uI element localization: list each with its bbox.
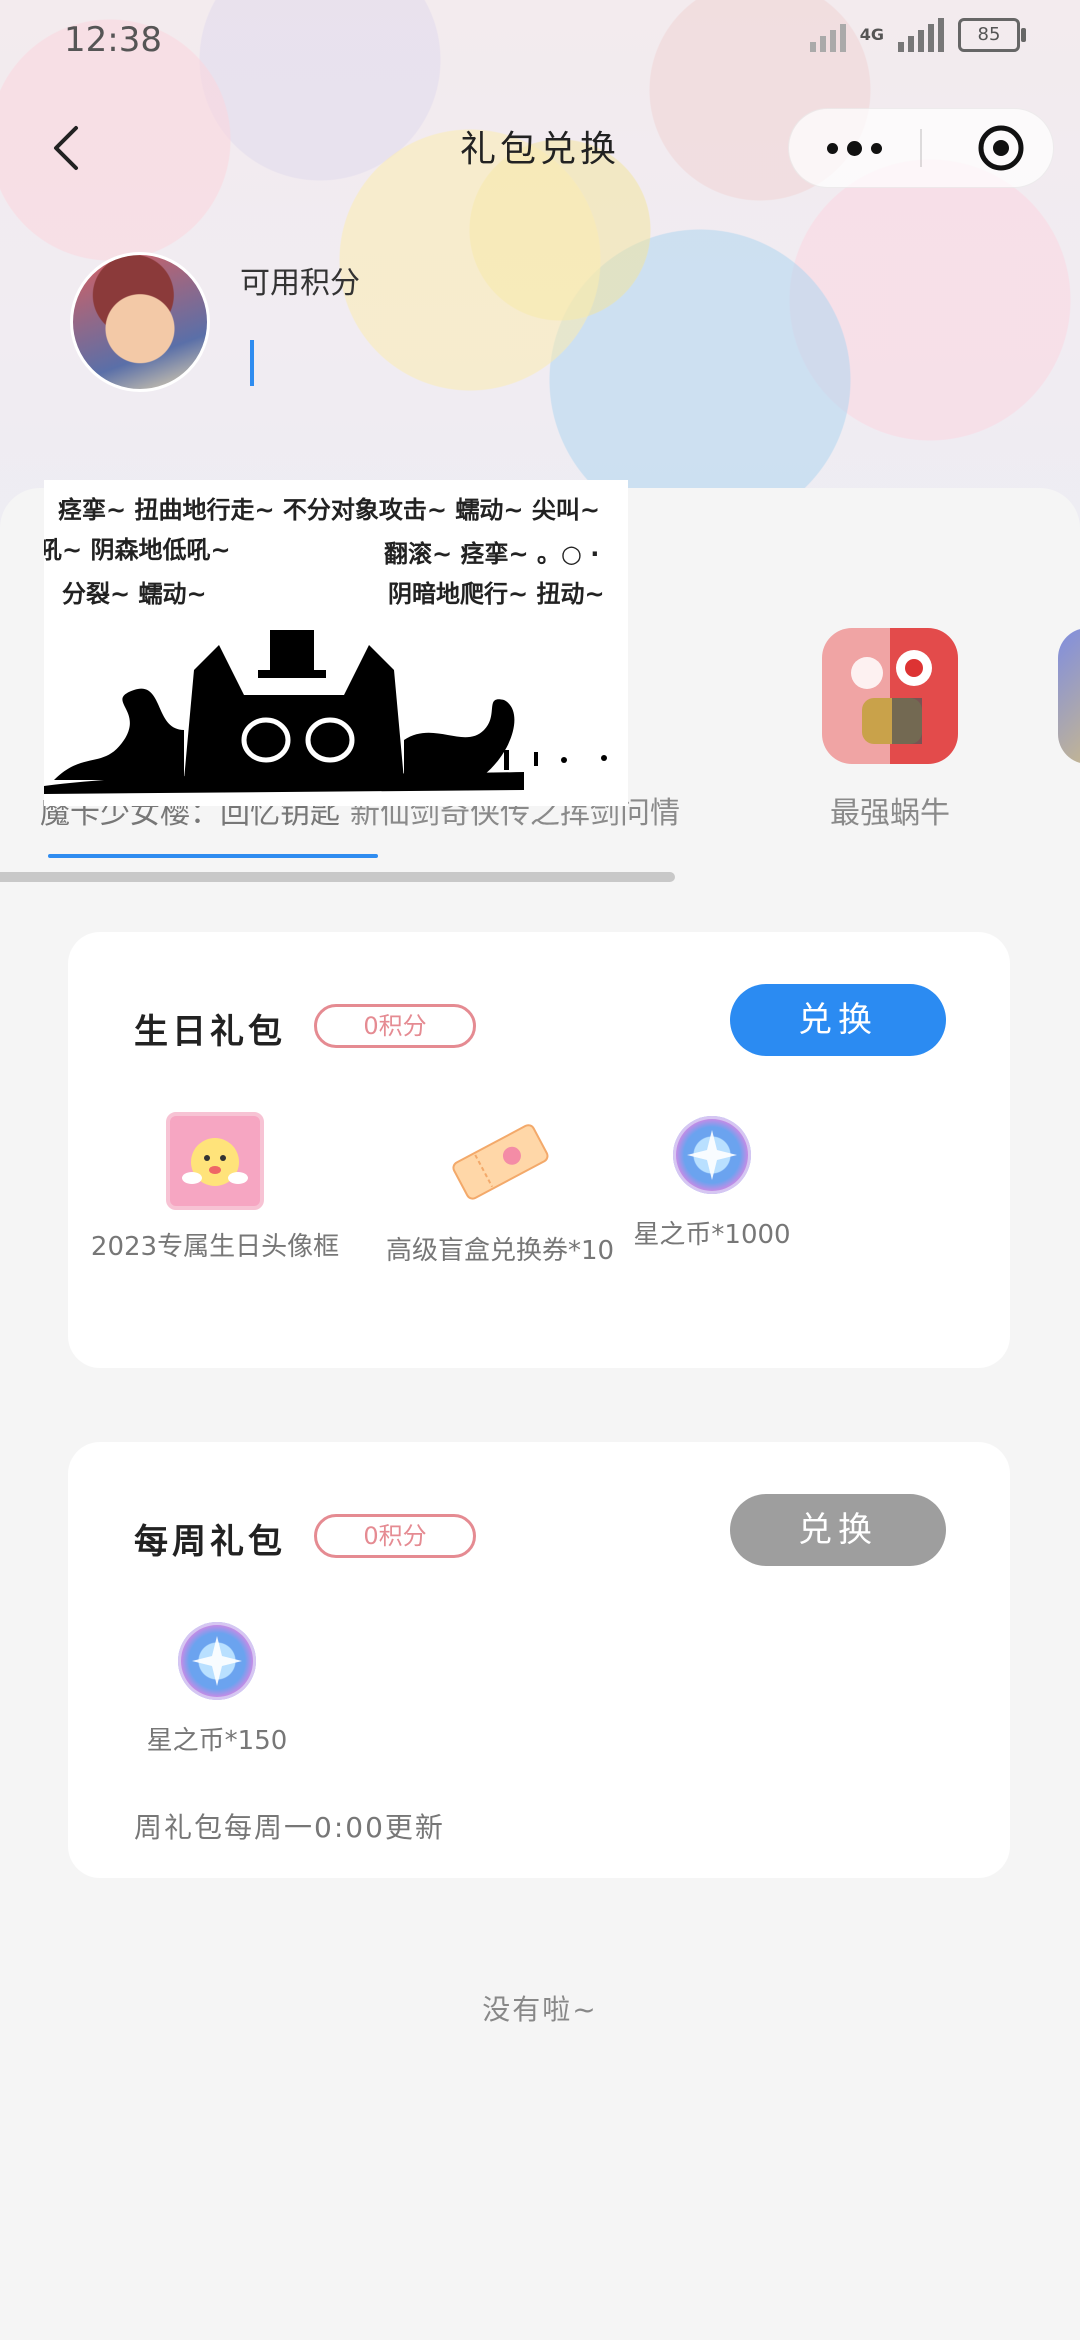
status-time: 12:38 [64,20,162,60]
gift-item: 星之币*150 [67,1622,367,1757]
gift-item-label: 星之币*1000 [633,1220,791,1250]
gift-card-birthday: 生日礼包 0积分 兑换 2023专属生日头像框 高级盲盒兑换券*10 星之币*1… [68,932,1010,1368]
more-button[interactable] [789,109,919,187]
black-blob-creature-icon [44,630,607,794]
game-icon-partial[interactable] [1058,628,1080,764]
gift-item-label: 星之币*150 [146,1726,288,1756]
points-value-cursor [250,340,254,386]
weekly-refresh-note: 周礼包每周一0:00更新 [134,1811,445,1844]
tab-super-snail[interactable]: 最强蜗牛 [730,628,1050,832]
points-cost-badge: 0积分 [314,1004,476,1048]
game-icon [822,628,958,764]
wifi-signal-icon [809,18,846,52]
points-label: 可用积分 [240,266,360,301]
gift-item: 星之币*1000 [562,1116,862,1251]
more-dot-icon [846,140,862,156]
exchange-button-disabled[interactable]: 兑换 [730,1494,946,1566]
meme-line: 翻滚~ 痉挛~ 。○ · [384,540,600,568]
star-coin-icon [178,1622,256,1700]
meme-line: 吼~ 阴森地低吼~ [44,536,231,564]
meme-line: 痉挛~ 扭曲地行走~ 不分对象攻击~ 蠕动~ 尖叫~ [58,496,600,524]
battery-level: 85 [977,24,1001,45]
star-icon [687,1130,737,1180]
avatar-frame-icon [166,1112,264,1210]
game-name: 最强蜗牛 [830,796,950,831]
star-icon [192,1636,242,1686]
star-coin-icon [673,1116,751,1194]
nav-bar: 礼包兑换 [0,100,1080,196]
user-avatar [70,252,210,392]
gift-card-weekly: 每周礼包 0积分 兑换 星之币*150 周礼包每周一0:00更新 [68,1442,1010,1878]
kero-character-icon [182,1138,248,1186]
more-dot-icon [870,142,882,154]
gift-title: 每周礼包 [134,1522,286,1562]
status-icons: 4G 85 [809,18,1026,52]
tabs-scrollbar[interactable] [0,872,675,882]
gift-title: 生日礼包 [134,1012,286,1052]
close-button[interactable] [977,124,1025,172]
active-tab-indicator [48,854,378,858]
points-cost-badge: 0积分 [314,1514,476,1558]
target-close-icon [978,125,1024,171]
ticket-icon [452,1124,549,1200]
capsule-divider [920,129,922,167]
snail-logo-icon [851,650,932,744]
more-dot-icon [826,142,838,154]
battery-icon: 85 [958,18,1026,52]
status-bar: 12:38 4G 85 [0,0,1080,80]
miniprogram-capsule [788,108,1054,188]
gift-item-label: 2023专属生日头像框 [90,1232,340,1262]
exchange-button[interactable]: 兑换 [730,984,946,1056]
meme-sticker-overlay: 痉挛~ 扭曲地行走~ 不分对象攻击~ 蠕动~ 尖叫~ 吼~ 阴森地低吼~ 翻滚~… [44,480,628,806]
cellular-signal-icon [898,18,944,52]
list-end-text: 没有啦~ [482,1993,598,2026]
gift-item: 2023专属生日头像框 [65,1112,365,1263]
network-type-label: 4G [859,25,884,44]
